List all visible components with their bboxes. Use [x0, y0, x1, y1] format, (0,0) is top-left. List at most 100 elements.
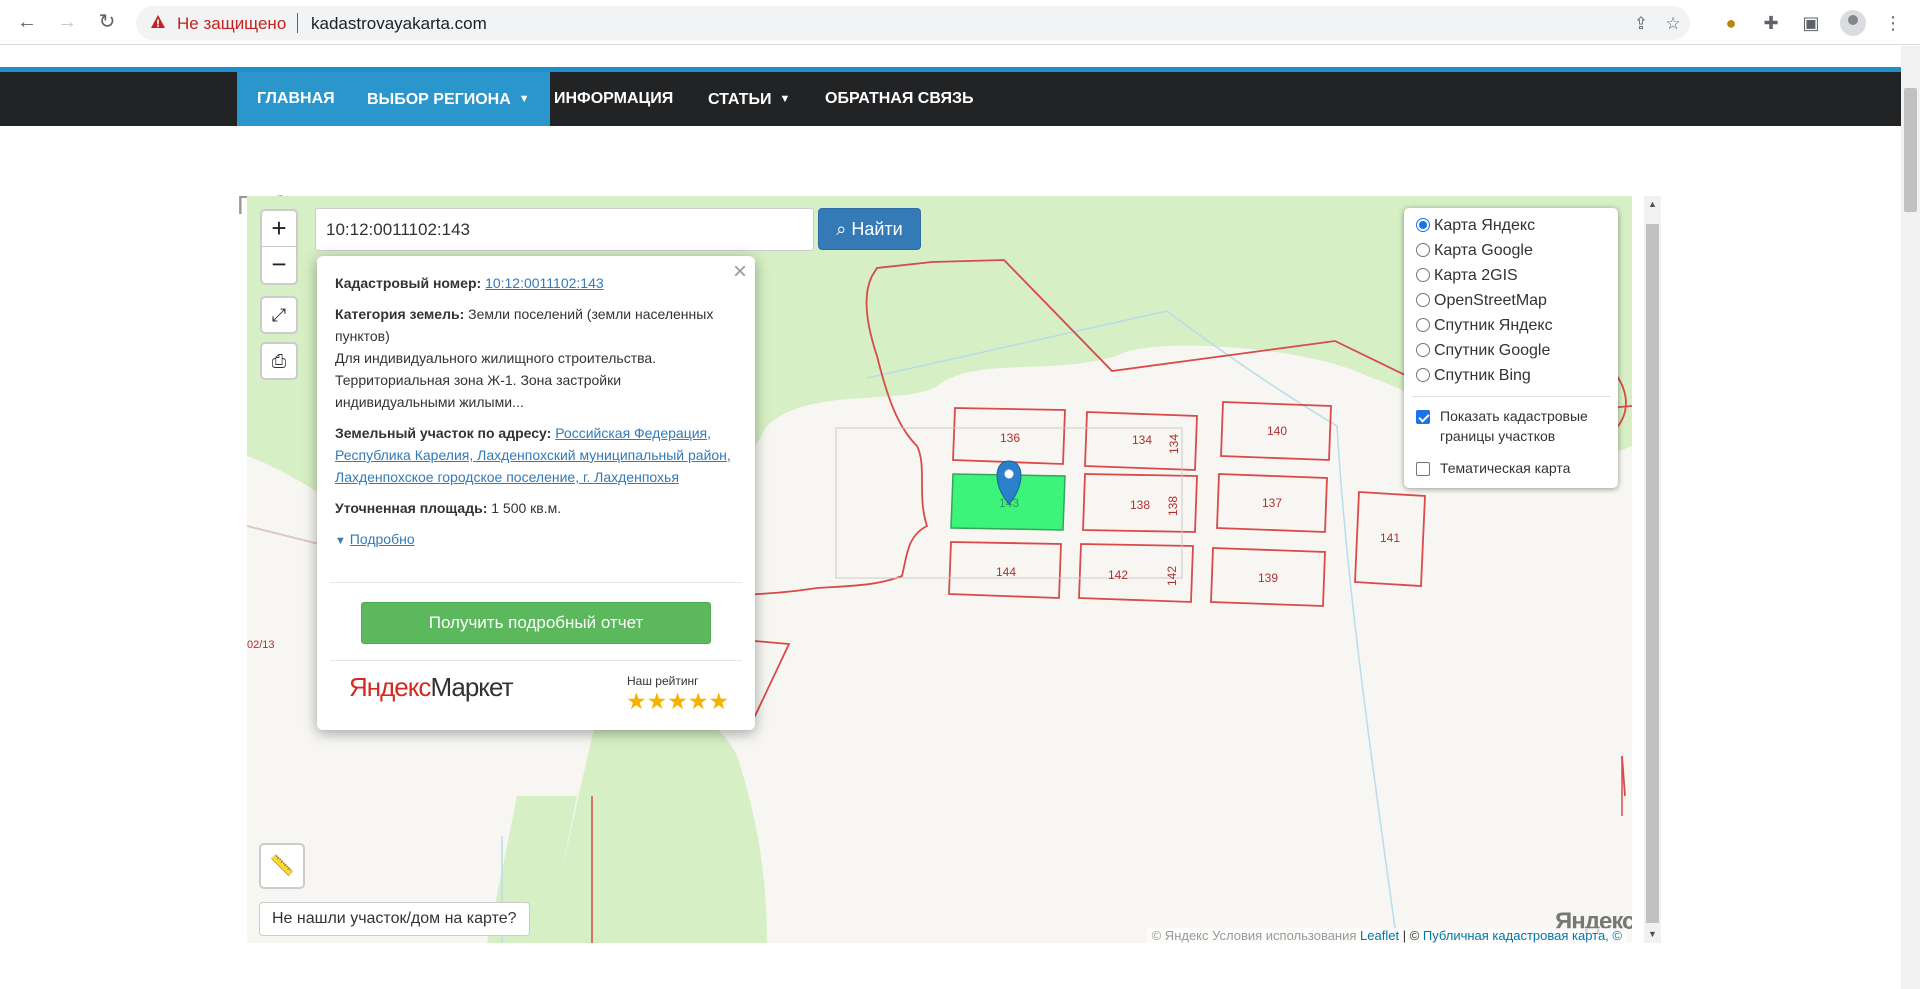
checkbox[interactable]	[1416, 462, 1430, 476]
security-status[interactable]: Не защищено	[177, 14, 286, 34]
address-label: Земельный участок по адресу:	[335, 425, 552, 441]
url-text[interactable]: kadastrovayakarta.com	[311, 14, 487, 34]
layer-option-yandex-map[interactable]: Карта Яндекс	[1416, 216, 1535, 236]
leaflet-link[interactable]: Leaflet	[1360, 928, 1399, 943]
get-report-button[interactable]: Получить подробный отчет	[361, 602, 711, 644]
zoom-out-button[interactable]: −	[262, 247, 296, 283]
show-boundaries-option[interactable]: Показать кадастровые границы участков	[1416, 406, 1616, 448]
page-scrollbar[interactable]	[1901, 46, 1920, 989]
nav-articles[interactable]: СТАТЬИ ▼	[688, 72, 810, 126]
pkk-link[interactable]: Публичная кадастровая карта, ©	[1423, 928, 1622, 943]
details-toggle[interactable]: ▼ Подробно	[335, 528, 735, 552]
cadastral-number-link[interactable]: 10:12:0011102:143	[485, 275, 604, 291]
land-category-label: Категория земель:	[335, 306, 465, 322]
nav-information[interactable]: ИНФОРМАЦИЯ	[534, 72, 693, 126]
browser-menu-icon[interactable]: ⋮	[1881, 11, 1905, 35]
layer-option-2gis-map[interactable]: Карта 2GIS	[1416, 266, 1518, 286]
parcel-label: 134	[1132, 433, 1152, 447]
search-button[interactable]: ⌕ Найти	[818, 208, 921, 250]
main-navbar: ГЛАВНАЯ ВЫБОР РЕГИОНА ▼ ИНФОРМАЦИЯ СТАТЬИ…	[0, 72, 1901, 126]
area-label: Уточненная площадь:	[335, 500, 488, 516]
fullscreen-button[interactable]: ⤢	[260, 296, 298, 334]
nav-home[interactable]: ГЛАВНАЯ	[237, 72, 355, 126]
parcel-label: 141	[1380, 531, 1400, 545]
reload-icon[interactable]: ↻	[94, 9, 120, 35]
cadastral-map[interactable]: 136 134 134 140 143 138 138 137 141 144 …	[247, 196, 1632, 943]
layer-separator	[1412, 396, 1610, 397]
layer-option-bing-satellite[interactable]: Спутник Bing	[1416, 366, 1531, 386]
parcel-label: 137	[1262, 496, 1282, 510]
parcel-label: 142	[1165, 566, 1179, 586]
cadastral-number-row: Кадастровый номер: 10:12:0011102:143	[335, 272, 735, 294]
back-icon[interactable]: ←	[14, 9, 40, 35]
parcel-label: 144	[996, 565, 1016, 579]
browser-toolbar: ← → ↻ Не защищено kadastrovayakarta.com …	[0, 0, 1920, 45]
thematic-map-label: Тематическая карта	[1440, 460, 1571, 476]
parcel-label: 138	[1130, 498, 1150, 512]
zoom-control: + −	[260, 209, 298, 285]
extension-avatar-icon[interactable]: ●	[1719, 11, 1743, 35]
cadastral-search-input[interactable]: 10:12:0011102:143	[315, 208, 814, 251]
land-usage-text: Для индивидуального жилищного строительс…	[335, 350, 657, 410]
popup-divider	[330, 582, 742, 583]
nav-feedback[interactable]: ОБРАТНАЯ СВЯЗЬ	[805, 72, 994, 126]
parcel-label: 140	[1267, 424, 1287, 438]
address-bar[interactable]: Не защищено kadastrovayakarta.com ⇪ ☆	[136, 6, 1690, 40]
page-scroll-thumb[interactable]	[1904, 88, 1917, 212]
area-value: 1 500 кв.м.	[491, 500, 562, 516]
layer-option-google-map[interactable]: Карта Google	[1416, 241, 1533, 261]
search-button-label: Найти	[851, 219, 903, 239]
details-link[interactable]: Подробно	[350, 531, 415, 547]
ruler-icon: 📏	[269, 855, 295, 877]
url-separator	[297, 13, 298, 33]
radio[interactable]	[1416, 243, 1430, 257]
address-row: Земельный участок по адресу: Российская …	[335, 422, 735, 488]
layer-option-yandex-satellite[interactable]: Спутник Яндекс	[1416, 316, 1553, 336]
scroll-down-icon[interactable]: ▼	[1644, 926, 1661, 943]
land-category-row: Категория земель: Земли поселений (земли…	[335, 303, 735, 413]
not-found-button[interactable]: Не нашли участок/дом на карте?	[259, 902, 530, 936]
parcel-label: 134	[1167, 434, 1181, 454]
forward-icon[interactable]: →	[54, 9, 80, 35]
radio[interactable]	[1416, 293, 1430, 307]
parcel-label: 139	[1258, 571, 1278, 585]
scroll-up-icon[interactable]: ▲	[1644, 196, 1661, 213]
parcel-label: 136	[1000, 431, 1020, 445]
radio[interactable]	[1416, 368, 1430, 382]
layer-switcher: Карта Яндекс Карта Google Карта 2GIS Ope…	[1404, 208, 1618, 488]
logo-part-ya: Яндекс	[349, 672, 431, 702]
checkbox-checked[interactable]	[1416, 410, 1430, 424]
radio[interactable]	[1416, 268, 1430, 282]
profile-avatar[interactable]	[1840, 10, 1866, 36]
provider-terms: © Яндекс Условия использования	[1151, 928, 1357, 943]
zoom-in-button[interactable]: +	[262, 211, 296, 247]
layer-option-osm[interactable]: OpenStreetMap	[1416, 291, 1547, 311]
bookmark-star-icon[interactable]: ☆	[1662, 13, 1684, 35]
caret-down-icon: ▼	[335, 535, 346, 547]
radio[interactable]	[1416, 318, 1430, 332]
thematic-map-option[interactable]: Тематическая карта	[1416, 458, 1616, 478]
parcel-edge-label: 02/13	[247, 639, 275, 651]
chevron-down-icon: ▼	[518, 93, 530, 105]
scroll-thumb[interactable]	[1646, 224, 1659, 923]
yandex-market-logo[interactable]: ЯндексМаркет	[349, 672, 513, 703]
extensions-puzzle-icon[interactable]: ✚	[1759, 11, 1783, 35]
rating-stars: ★★★★★	[626, 688, 730, 714]
printer-icon: ⎙	[271, 351, 287, 371]
parcel-info-popup: × Кадастровый номер: 10:12:0011102:143 К…	[317, 256, 755, 730]
radio-selected[interactable]	[1416, 218, 1430, 232]
layer-option-google-satellite[interactable]: Спутник Google	[1416, 341, 1550, 361]
share-icon[interactable]: ⇪	[1630, 13, 1652, 35]
nav-region-select[interactable]: ВЫБОР РЕГИОНА ▼	[346, 72, 550, 126]
warning-icon	[151, 15, 165, 28]
search-icon: ⌕	[836, 219, 847, 239]
parcel-label: 142	[1108, 568, 1128, 582]
area-row: Уточненная площадь: 1 500 кв.м.	[335, 497, 735, 519]
ruler-button[interactable]: 📏	[259, 843, 305, 889]
print-button[interactable]: ⎙	[260, 342, 298, 380]
side-panel-icon[interactable]: ▣	[1799, 11, 1823, 35]
close-icon[interactable]: ×	[733, 258, 747, 286]
map-scrollbar[interactable]: ▲ ▼	[1644, 196, 1661, 943]
map-attribution: © Яндекс Условия использования Leaflet |…	[1146, 928, 1627, 943]
radio[interactable]	[1416, 343, 1430, 357]
